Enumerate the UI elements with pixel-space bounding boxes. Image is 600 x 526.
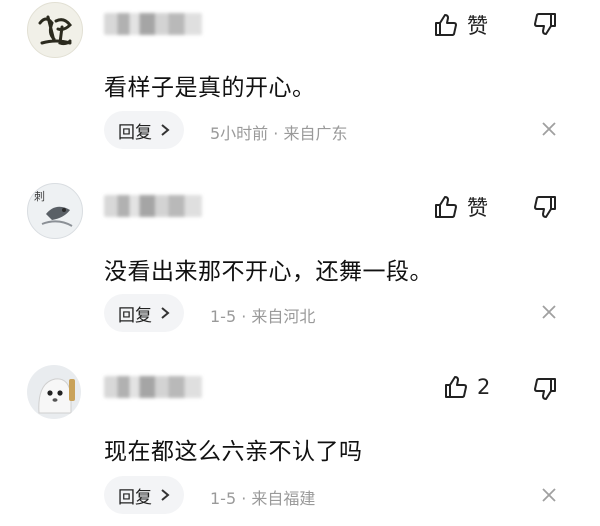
avatar[interactable]: 刺 bbox=[27, 183, 83, 239]
like-button[interactable]: 赞 bbox=[433, 192, 488, 222]
close-button[interactable] bbox=[541, 304, 557, 324]
username-blurred[interactable] bbox=[104, 195, 202, 217]
chevron-right-icon bbox=[161, 307, 170, 319]
reply-button[interactable]: 回复 bbox=[104, 111, 184, 149]
reply-button[interactable]: 回复 bbox=[104, 476, 184, 514]
reply-label: 回复 bbox=[118, 122, 152, 143]
meta-separator: · bbox=[268, 124, 284, 143]
comment-location: 来自福建 bbox=[251, 489, 316, 508]
like-count: 2 bbox=[477, 375, 491, 399]
close-icon bbox=[542, 305, 556, 319]
reply-label: 回复 bbox=[118, 487, 152, 508]
chevron-right-icon bbox=[161, 489, 170, 501]
meta-separator: · bbox=[236, 307, 252, 326]
dislike-button[interactable] bbox=[532, 11, 558, 41]
avatar[interactable] bbox=[27, 2, 83, 58]
comment-time: 1-5 bbox=[210, 489, 237, 508]
comment-meta: 1-5 · 来自河北 bbox=[210, 303, 315, 327]
comment-location: 来自广东 bbox=[283, 124, 348, 143]
comment-item: 刺 赞 没看出来那不开心，还舞一段。 回复 1-5 · 来自河北 bbox=[0, 170, 600, 350]
comment-meta: 1-5 · 来自福建 bbox=[210, 485, 315, 509]
comment-text: 看样子是真的开心。 bbox=[104, 75, 316, 101]
like-label: 赞 bbox=[467, 196, 488, 220]
username-blurred[interactable] bbox=[104, 13, 202, 35]
close-icon bbox=[542, 122, 556, 136]
comment-text: 现在都这么六亲不认了吗 bbox=[104, 439, 363, 465]
thumbs-down-icon bbox=[534, 13, 556, 35]
comment-item: 赞 看样子是真的开心。 回复 5小时前 · 来自广东 bbox=[0, 0, 600, 170]
calligraphy-avatar-icon bbox=[38, 15, 72, 46]
meta-separator: · bbox=[236, 489, 252, 508]
svg-text:刺: 刺 bbox=[34, 190, 45, 203]
thumbs-down-icon bbox=[534, 196, 556, 218]
comment-time: 5小时前 bbox=[210, 124, 269, 143]
close-button[interactable] bbox=[541, 121, 557, 141]
dislike-button[interactable] bbox=[532, 194, 558, 224]
chevron-right-icon bbox=[161, 124, 170, 136]
ink-bird-avatar-icon: 刺 bbox=[34, 190, 73, 227]
comment-time: 1-5 bbox=[210, 307, 237, 326]
like-button[interactable]: 2 bbox=[443, 374, 490, 400]
comment-meta: 5小时前 · 来自广东 bbox=[210, 120, 347, 144]
dislike-button[interactable] bbox=[532, 376, 558, 406]
reply-label: 回复 bbox=[118, 305, 152, 326]
username-blurred[interactable] bbox=[104, 376, 202, 398]
thumbs-up-icon bbox=[445, 376, 467, 398]
comment-item: 2 现在都这么六亲不认了吗 回复 1-5 · 来自福建 bbox=[0, 350, 600, 526]
reply-button[interactable]: 回复 bbox=[104, 294, 184, 332]
thumbs-down-icon bbox=[534, 378, 556, 400]
like-button[interactable]: 赞 bbox=[433, 10, 488, 40]
avatar[interactable] bbox=[27, 365, 81, 419]
like-label: 赞 bbox=[467, 14, 488, 38]
thumbs-up-icon bbox=[435, 196, 457, 218]
close-icon bbox=[542, 488, 556, 502]
thumbs-up-icon bbox=[435, 14, 457, 36]
ghost-avatar-icon bbox=[38, 378, 75, 414]
close-button[interactable] bbox=[541, 487, 557, 507]
comment-location: 来自河北 bbox=[251, 307, 316, 326]
comment-text: 没看出来那不开心，还舞一段。 bbox=[104, 259, 433, 285]
